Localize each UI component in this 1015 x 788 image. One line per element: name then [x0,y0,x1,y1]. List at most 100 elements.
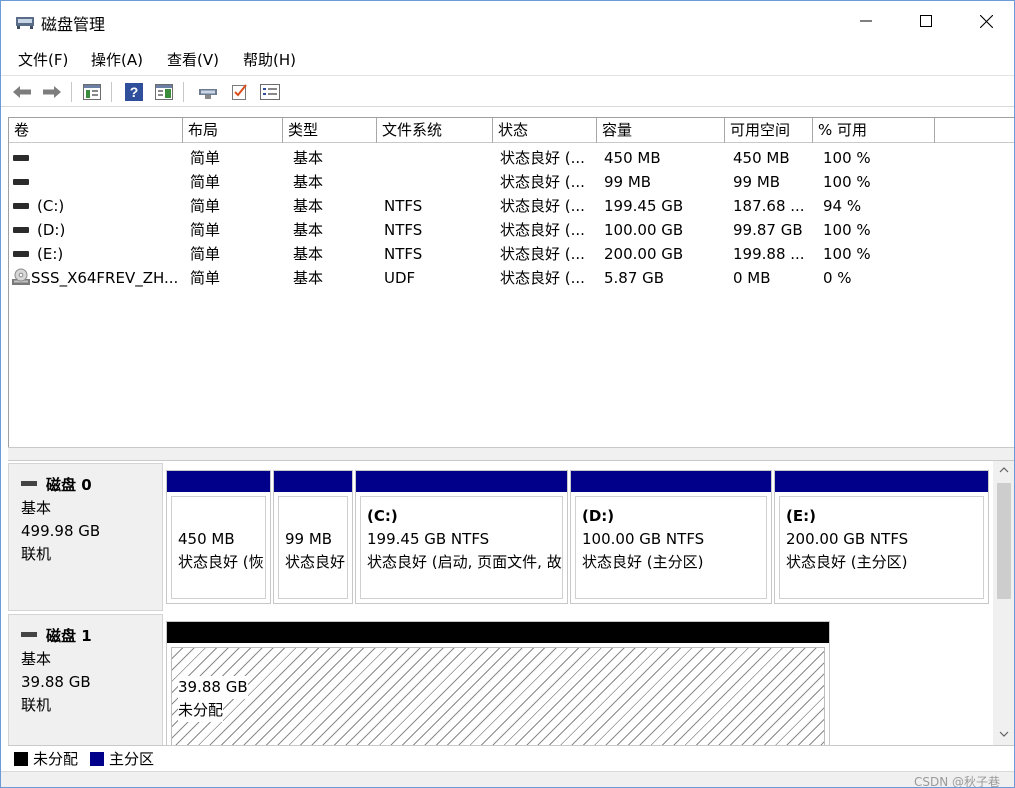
layout-cell: 简单 [190,221,221,239]
scroll-down-icon[interactable] [993,725,1014,743]
volume-name: (D:) [37,221,66,239]
disk-state: 联机 [21,696,52,714]
layout-cell: 简单 [190,245,221,263]
unallocated-status: 未分配 [178,699,224,722]
capacity-cell: 199.45 GB [604,197,684,215]
disk-1-label[interactable]: 磁盘 1 基本 39.88 GB 联机 [8,614,163,745]
capacity-cell: 100.00 GB [604,221,684,239]
help-icon[interactable]: ? [123,81,145,103]
menu-view[interactable]: 查看(V) [167,49,219,70]
partition-status: 状态良好 (启动, 页面文件, 故 [367,553,562,571]
layout-cell: 简单 [190,197,221,215]
pane-splitter[interactable] [8,447,1014,461]
console-tree-icon[interactable] [81,81,103,103]
table-row[interactable]: (C:) 简单 基本 NTFS 状态良好 (... 199.45 GB 187.… [9,194,1014,218]
primary-partition-bar [775,471,988,492]
disk-icon [13,226,29,233]
close-icon [979,14,993,28]
type-cell: 基本 [293,245,324,263]
volume-name: (C:) [37,197,65,215]
primary-partition-bar [274,471,352,492]
checklist-icon[interactable] [229,81,251,103]
properties-icon[interactable] [259,81,281,103]
column-header-status[interactable]: 状态 [493,118,597,143]
action-pane-icon[interactable] [153,81,175,103]
menu-action[interactable]: 操作(A) [91,49,143,70]
partition-title [285,505,341,528]
scroll-up-icon[interactable] [993,461,1014,479]
partition-recovery[interactable]: 450 MB 状态良好 (恢 [166,470,271,604]
disk-icon [13,154,29,161]
column-header-volume[interactable]: 卷 [9,118,183,143]
primary-partition-bar [571,471,771,492]
volume-name: (E:) [37,245,64,263]
partition-size: 199.45 GB NTFS [367,530,490,548]
legend: 未分配 主分区 [8,745,1014,771]
partition-d[interactable]: (D:) 100.00 GB NTFS 状态良好 (主分区) [570,470,772,604]
toolbar-separator [111,82,112,102]
scrollbar-thumb[interactable] [997,483,1011,599]
maximize-button[interactable] [896,1,956,41]
type-cell: 基本 [293,269,324,287]
partition-status: 状态良好 [285,553,346,571]
status-cell: 状态良好 (... [500,149,585,167]
graphic-view-scrollbar[interactable] [993,461,1014,745]
percent-free-cell: 100 % [823,149,871,167]
unallocated-space[interactable]: 39.88 GB 未分配 [166,621,830,745]
connect-icon[interactable] [197,81,219,103]
title-bar[interactable]: 磁盘管理 [1,1,1014,41]
menu-file[interactable]: 文件(F) [18,49,68,70]
column-header-capacity[interactable]: 容量 [597,118,725,143]
partition-size: 99 MB [285,530,333,548]
status-cell: 状态良好 (... [500,197,585,215]
partition-c[interactable]: (C:) 199.45 GB NTFS 状态良好 (启动, 页面文件, 故 [355,470,568,604]
unallocated-bar [167,622,829,643]
table-row[interactable]: 简单 基本 状态良好 (... 99 MB 99 MB 100 % [9,170,1014,194]
disk-0-label[interactable]: 磁盘 0 基本 499.98 GB 联机 [8,463,163,611]
unallocated-size: 39.88 GB [178,676,248,699]
percent-free-cell: 100 % [823,245,871,263]
disk-name: 磁盘 0 [46,476,92,494]
disk-management-app-icon [15,14,35,30]
percent-free-cell: 100 % [823,221,871,239]
minimize-button[interactable] [836,1,896,41]
partition-efi[interactable]: 99 MB 状态良好 [273,470,353,604]
disk-icon [13,250,29,257]
forward-arrow-icon[interactable] [41,81,63,103]
back-arrow-icon[interactable] [11,81,33,103]
disk-name: 磁盘 1 [46,627,92,645]
capacity-cell: 99 MB [604,173,652,191]
status-bar: CSDN @秋子巷 [1,771,1014,787]
table-row[interactable]: SSS_X64FREV_ZH... 简单 基本 UDF 状态良好 (... 5.… [9,266,1014,290]
disk-size: 499.98 GB [21,522,101,540]
type-cell: 基本 [293,149,324,167]
column-header-layout[interactable]: 布局 [183,118,283,143]
percent-free-cell: 100 % [823,173,871,191]
column-header-filesystem[interactable]: 文件系统 [377,118,493,143]
toolbar-separator [183,82,184,102]
table-row[interactable]: 简单 基本 状态良好 (... 450 MB 450 MB 100 % [9,146,1014,170]
column-header-type[interactable]: 类型 [283,118,377,143]
percent-free-cell: 0 % [823,269,852,287]
partition-e[interactable]: (E:) 200.00 GB NTFS 状态良好 (主分区) [774,470,989,604]
status-cell: 状态良好 (... [500,173,585,191]
partition-status: 状态良好 (主分区) [582,553,704,571]
svg-text:?: ? [130,84,139,100]
disk-type: 基本 [21,650,52,668]
volume-list: 卷 布局 类型 文件系统 状态 容量 可用空间 % 可用 简单 基本 状态良好 … [8,117,1014,447]
partition-title: (C:) [367,507,398,525]
close-button[interactable] [956,1,1014,41]
partition-status: 状态良好 (恢 [178,553,264,571]
type-cell: 基本 [293,197,324,215]
column-header-percent-free[interactable]: % 可用 [813,118,935,143]
filesystem-cell [384,146,484,170]
menu-help[interactable]: 帮助(H) [243,49,296,70]
status-cell: 状态良好 (... [500,245,585,263]
table-row[interactable]: (E:) 简单 基本 NTFS 状态良好 (... 200.00 GB 199.… [9,242,1014,266]
capacity-cell: 450 MB [604,149,661,167]
column-header-free-space[interactable]: 可用空间 [725,118,813,143]
legend-item-primary: 主分区 [90,750,154,768]
layout-cell: 简单 [190,269,221,287]
partition-size: 100.00 GB NTFS [582,530,705,548]
table-row[interactable]: (D:) 简单 基本 NTFS 状态良好 (... 100.00 GB 99.8… [9,218,1014,242]
